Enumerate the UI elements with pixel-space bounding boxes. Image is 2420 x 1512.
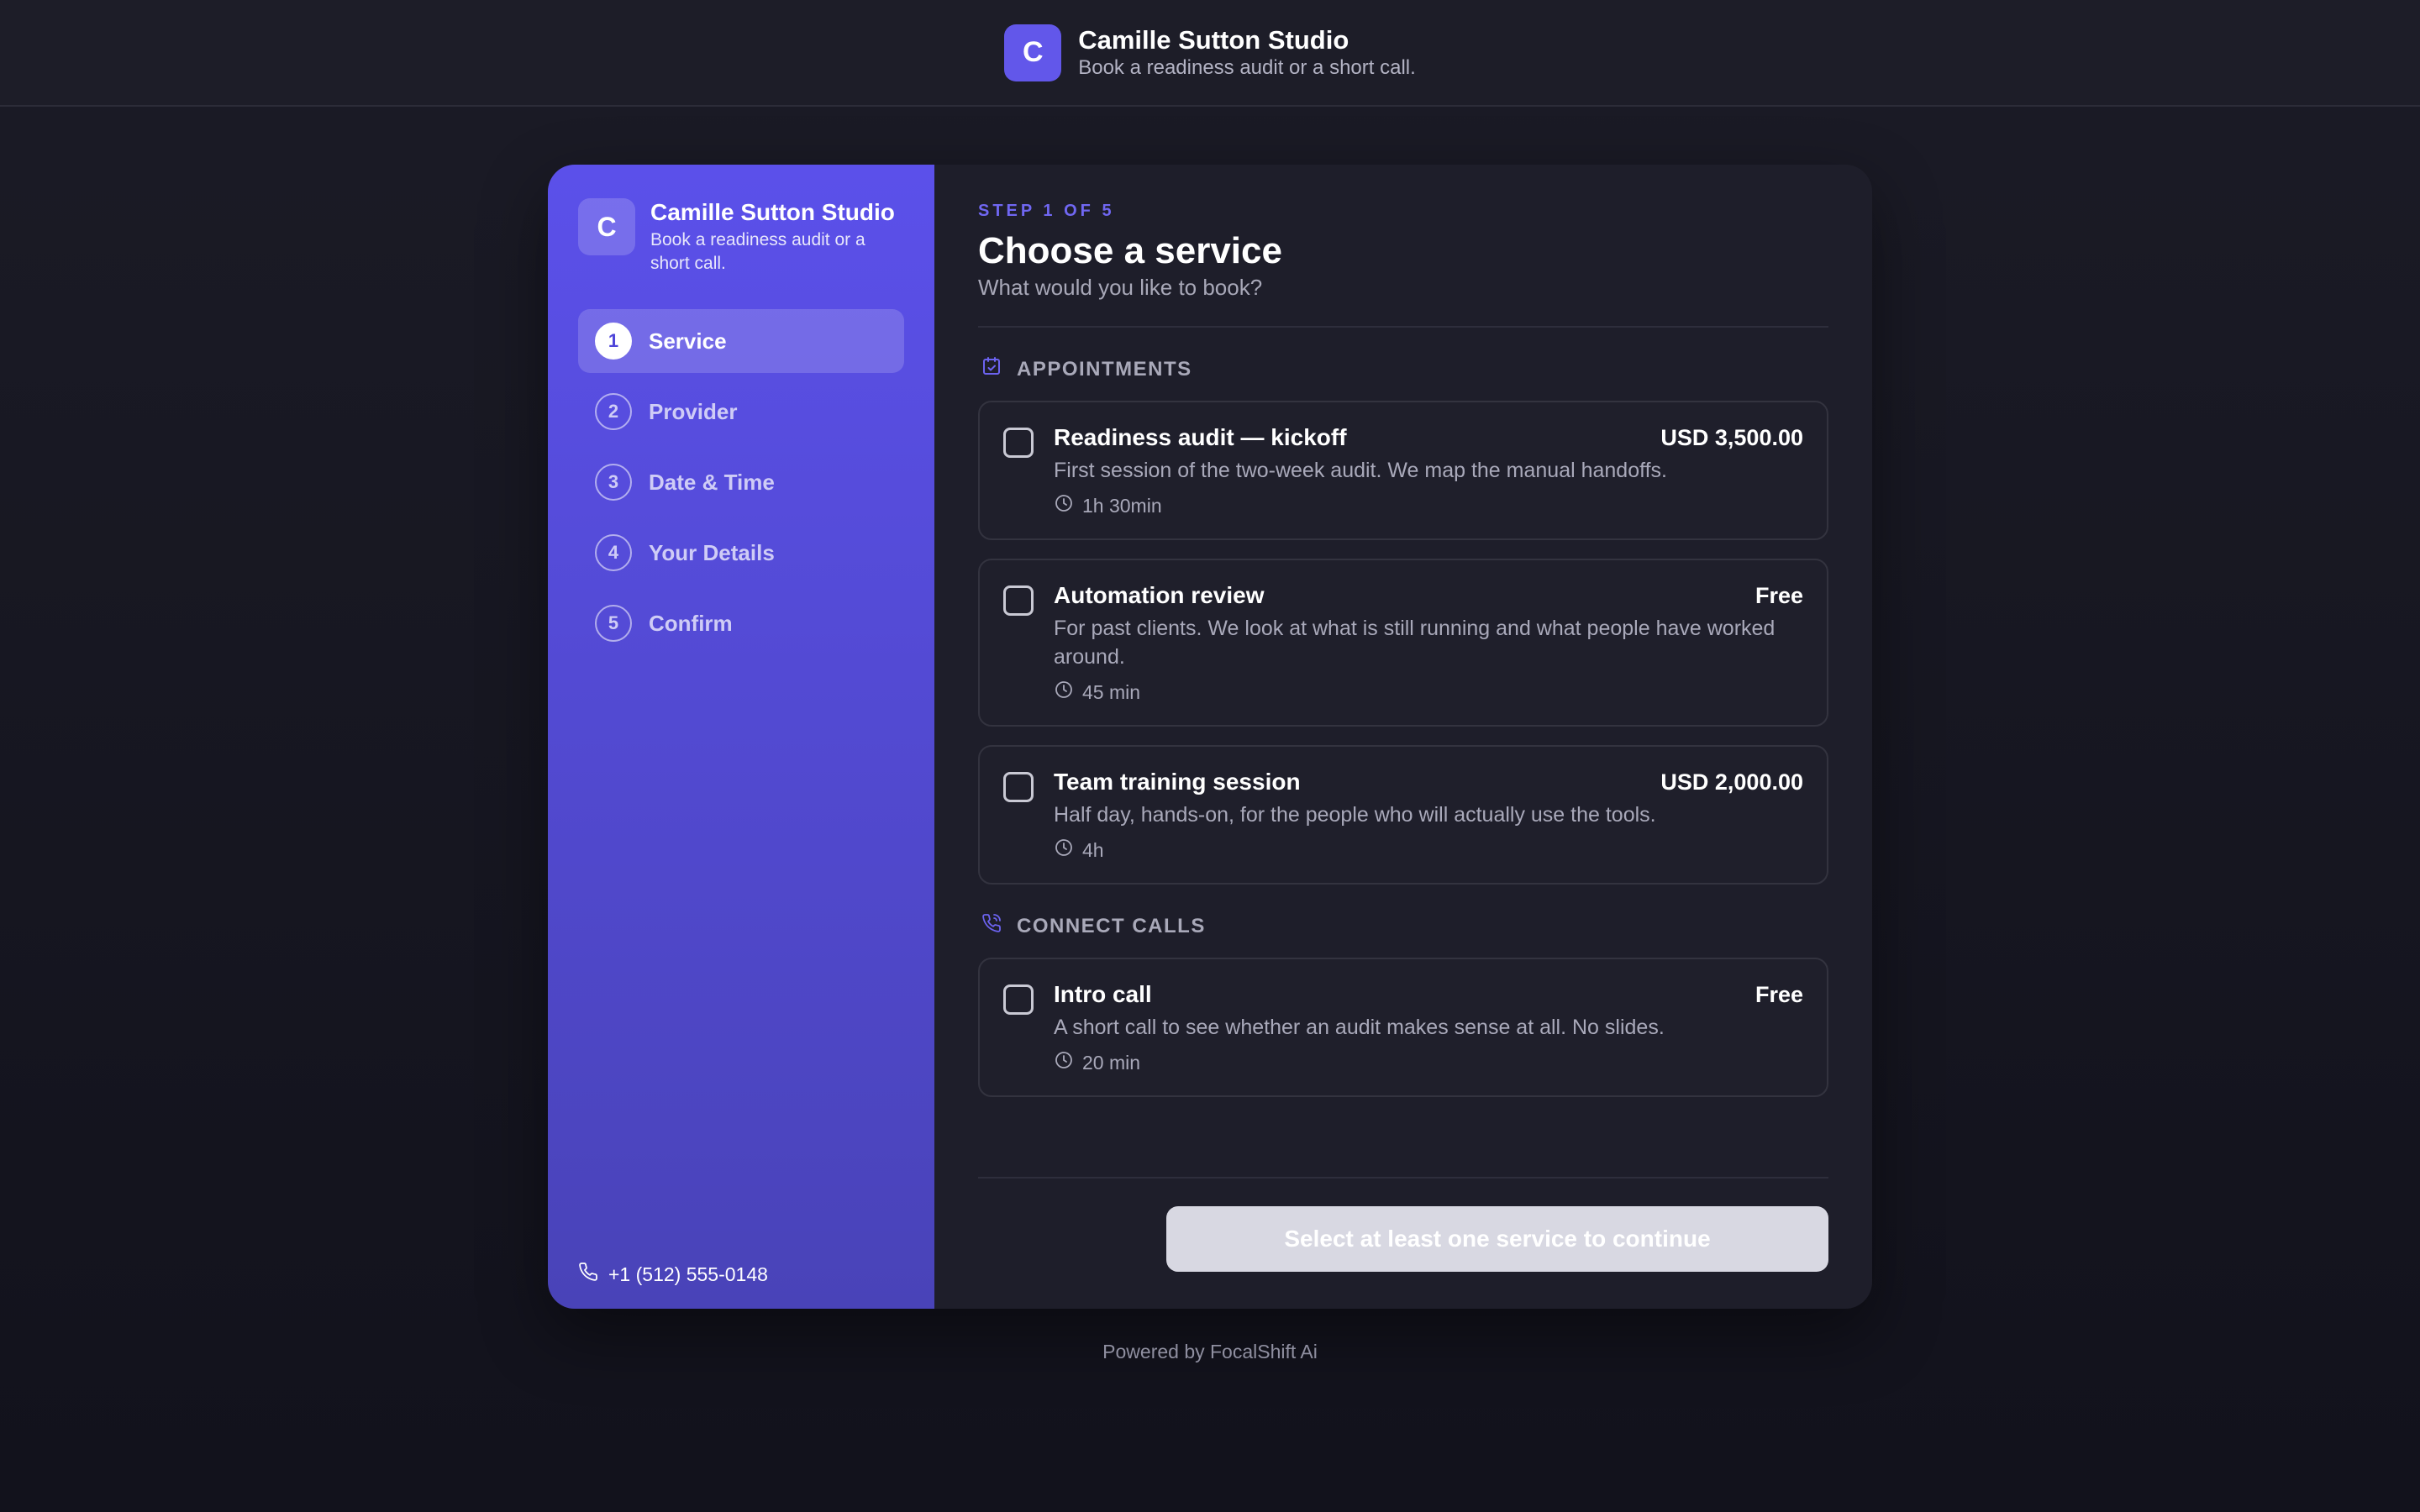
service-duration: 1h 30min bbox=[1054, 493, 1803, 518]
calendar-check-icon bbox=[981, 356, 1002, 382]
phone-call-icon bbox=[981, 913, 1002, 939]
step-number: 4 bbox=[595, 534, 632, 571]
step-number: 2 bbox=[595, 393, 632, 430]
service-card-automation-review[interactable]: Automation review Free For past clients.… bbox=[978, 559, 1828, 727]
sidebar-logo: C bbox=[578, 198, 635, 255]
page-subtitle: What would you like to book? bbox=[978, 275, 1263, 300]
clock-icon bbox=[1054, 837, 1074, 863]
continue-button[interactable]: Select at least one service to continue bbox=[1166, 1206, 1828, 1272]
booking-card: C Camille Sutton Studio Book a readiness… bbox=[548, 165, 1872, 1309]
step-label: Provider bbox=[649, 398, 738, 424]
clock-icon bbox=[1054, 1050, 1074, 1075]
service-description: A short call to see whether an audit mak… bbox=[1054, 1016, 1665, 1039]
service-name: Intro call bbox=[1054, 981, 1152, 1007]
sidebar-subtitle: Book a readiness audit or a short call. bbox=[650, 230, 865, 273]
header-title: Camille Sutton Studio bbox=[1078, 24, 1349, 55]
service-price: Free bbox=[1754, 982, 1803, 1007]
footer-divider bbox=[978, 1177, 1828, 1179]
step-label: Date & Time bbox=[649, 469, 775, 495]
page-title: Choose a service bbox=[978, 230, 1282, 271]
step-confirm[interactable]: 5 Confirm bbox=[578, 591, 904, 655]
clock-icon bbox=[1054, 493, 1074, 518]
service-price: USD 2,000.00 bbox=[1660, 769, 1803, 795]
duration-text: 45 min bbox=[1082, 680, 1141, 703]
service-checkbox[interactable] bbox=[1003, 428, 1034, 458]
step-date-time[interactable]: 3 Date & Time bbox=[578, 450, 904, 514]
clock-icon bbox=[1054, 680, 1074, 705]
service-name: Team training session bbox=[1054, 769, 1301, 795]
step-indicator: STEP 1 OF 5 bbox=[978, 202, 1115, 220]
service-price: USD 3,500.00 bbox=[1660, 425, 1803, 450]
step-your-details[interactable]: 4 Your Details bbox=[578, 521, 904, 585]
service-price: Free bbox=[1754, 583, 1803, 608]
service-description: For past clients. We look at what is sti… bbox=[1054, 617, 1776, 669]
service-card-team-training[interactable]: Team training session USD 2,000.00 Half … bbox=[978, 745, 1828, 885]
header-subtitle: Book a readiness audit or a short call. bbox=[1078, 55, 1416, 79]
step-number: 1 bbox=[595, 323, 632, 360]
service-card-readiness-audit[interactable]: Readiness audit — kickoff USD 3,500.00 F… bbox=[978, 401, 1828, 540]
service-checkbox[interactable] bbox=[1003, 585, 1034, 616]
step-label: Service bbox=[649, 328, 727, 354]
step-label: Confirm bbox=[649, 610, 733, 636]
service-name: Automation review bbox=[1054, 582, 1265, 608]
step-provider[interactable]: 2 Provider bbox=[578, 380, 904, 444]
service-card-intro-call[interactable]: Intro call Free A short call to see whet… bbox=[978, 958, 1828, 1097]
service-checkbox[interactable] bbox=[1003, 984, 1034, 1015]
service-name: Readiness audit — kickoff bbox=[1054, 424, 1347, 450]
section-title: CONNECT CALLS bbox=[1017, 914, 1206, 937]
section-connect-calls-heading: CONNECT CALLS bbox=[981, 913, 1828, 939]
main-panel: STEP 1 OF 5 Choose a service What would … bbox=[934, 165, 1872, 1309]
service-duration: 20 min bbox=[1054, 1050, 1803, 1075]
top-header: C Camille Sutton Studio Book a readiness… bbox=[0, 0, 2420, 107]
section-title: APPOINTMENTS bbox=[1017, 357, 1192, 381]
step-number: 3 bbox=[595, 464, 632, 501]
divider bbox=[978, 326, 1828, 328]
service-duration: 4h bbox=[1054, 837, 1803, 863]
sidebar-brand: C Camille Sutton Studio Book a readiness… bbox=[578, 198, 904, 276]
sidebar: C Camille Sutton Studio Book a readiness… bbox=[548, 165, 934, 1309]
phone-number: +1 (512) 555-0148 bbox=[608, 1263, 768, 1285]
brand-logo: C bbox=[1004, 24, 1062, 81]
steps-nav: 1 Service 2 Provider 3 Date & Time 4 You… bbox=[578, 309, 904, 655]
service-description: First session of the two-week audit. We … bbox=[1054, 459, 1668, 482]
powered-by[interactable]: Powered by FocalShift Ai bbox=[0, 1341, 2420, 1363]
step-service[interactable]: 1 Service bbox=[578, 309, 904, 373]
service-checkbox[interactable] bbox=[1003, 772, 1034, 802]
header-brand: C Camille Sutton Studio Book a readiness… bbox=[1004, 24, 1416, 81]
step-label: Your Details bbox=[649, 539, 775, 565]
step-number: 5 bbox=[595, 605, 632, 642]
sidebar-title: Camille Sutton Studio bbox=[650, 199, 895, 225]
service-duration: 45 min bbox=[1054, 680, 1803, 705]
service-description: Half day, hands-on, for the people who w… bbox=[1054, 803, 1656, 827]
section-appointments-heading: APPOINTMENTS bbox=[981, 356, 1828, 382]
duration-text: 20 min bbox=[1082, 1051, 1141, 1074]
phone-icon bbox=[578, 1262, 598, 1287]
duration-text: 4h bbox=[1082, 838, 1104, 861]
duration-text: 1h 30min bbox=[1082, 494, 1162, 517]
sidebar-phone[interactable]: +1 (512) 555-0148 bbox=[578, 1262, 768, 1287]
